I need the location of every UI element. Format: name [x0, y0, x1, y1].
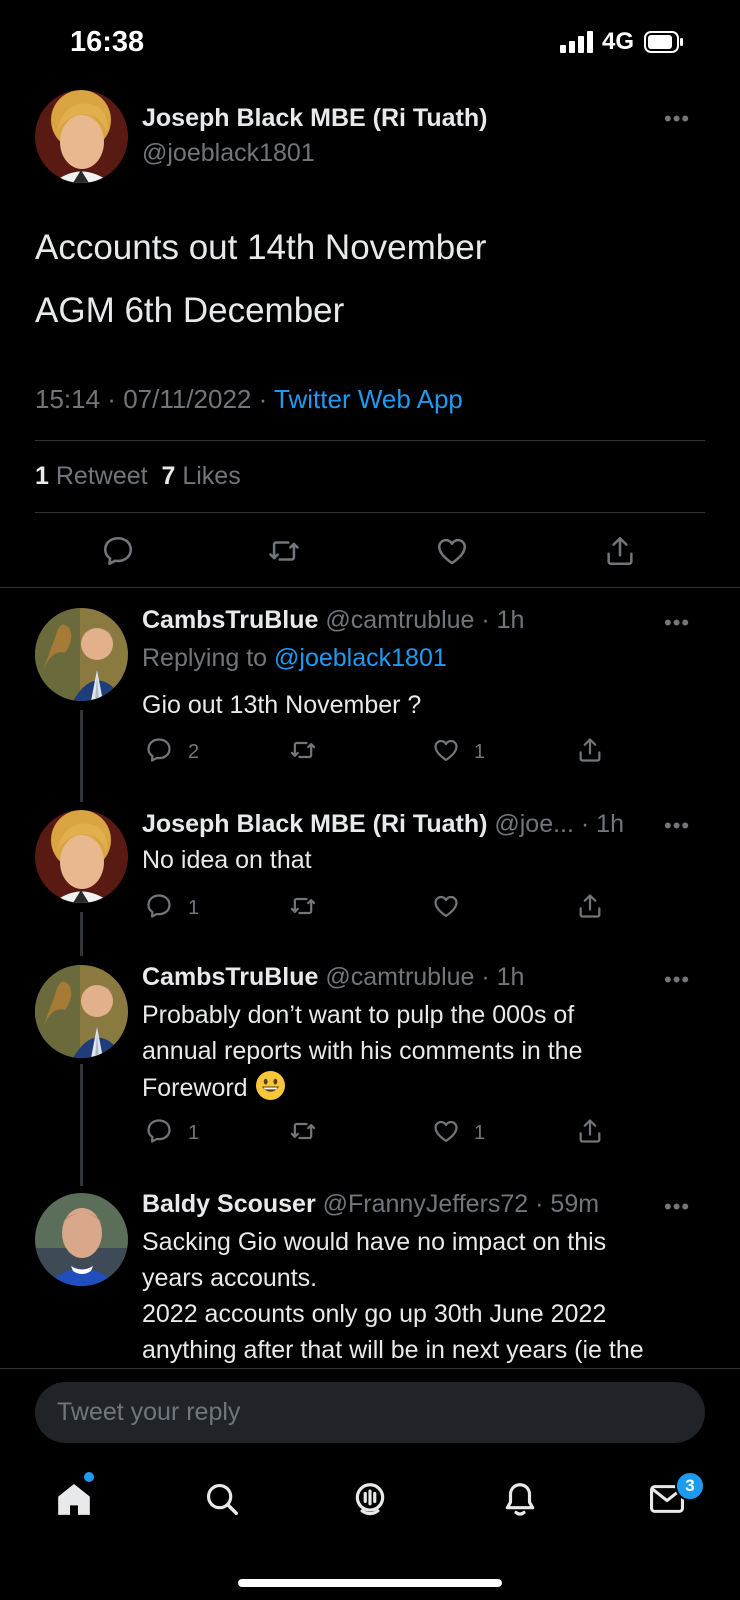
more-options-icon[interactable]: •••: [664, 967, 690, 993]
reply-header: CambsTruBlue @camtrublue · 1h: [142, 606, 524, 635]
more-options-icon[interactable]: •••: [664, 106, 690, 132]
reply-header: CambsTruBlue @camtrublue · 1h: [142, 963, 524, 992]
reply-meta: @camtrublue · 1h: [325, 606, 525, 634]
spaces-icon[interactable]: [351, 1480, 389, 1518]
like-icon[interactable]: [435, 534, 469, 568]
home-icon[interactable]: [55, 1480, 93, 1518]
author-handle[interactable]: @joeblack1801: [142, 139, 315, 168]
thread-line: [80, 912, 83, 956]
thread-line: [80, 1064, 83, 1186]
like-icon[interactable]: [432, 736, 460, 764]
share-icon[interactable]: [576, 892, 604, 920]
likes-stat[interactable]: 7 Likes: [161, 462, 240, 490]
reply-icon[interactable]: [101, 534, 135, 568]
divider: [0, 587, 740, 588]
retweet-icon[interactable]: [288, 892, 318, 920]
share-icon[interactable]: [603, 534, 637, 568]
tweet-source-link[interactable]: Twitter Web App: [274, 384, 463, 414]
divider: [35, 440, 705, 441]
reply-text-line: Foreword: [142, 1070, 286, 1106]
avatar[interactable]: [35, 608, 128, 701]
battery-icon: [644, 31, 684, 53]
reply-meta: @camtrublue · 1h: [325, 963, 525, 991]
replying-to: Replying to @joeblack1801: [142, 644, 447, 672]
reply-text-line: Probably don’t want to pulp the 000s of: [142, 1001, 575, 1029]
reply-text: No idea on that: [142, 846, 312, 874]
divider: [0, 1368, 740, 1369]
share-icon[interactable]: [576, 736, 604, 764]
reply-meta: @FrannyJeffers72 · 59m: [322, 1190, 600, 1218]
tweet-date: 07/11/2022: [123, 384, 252, 414]
messages-badge: 3: [675, 1471, 705, 1501]
reply-header: Joseph Black MBE (Ri Tuath) @joe... · 1h: [142, 810, 624, 839]
like-icon[interactable]: [432, 1117, 460, 1145]
reply-author-name[interactable]: Baldy Scouser: [142, 1190, 316, 1218]
like-icon[interactable]: [432, 892, 460, 920]
home-indicator: [238, 1579, 502, 1587]
avatar[interactable]: [35, 810, 128, 903]
more-options-icon[interactable]: •••: [664, 813, 690, 839]
reply-composer: [35, 1382, 705, 1443]
reply-icon[interactable]: [145, 736, 173, 764]
signal-icon: [560, 30, 596, 54]
engagement-stats: 1 Retweet 7 Likes: [35, 462, 241, 491]
network-label: 4G: [602, 28, 635, 55]
mention-link[interactable]: @joeblack1801: [274, 644, 447, 672]
reply-text: Gio out 13th November ?: [142, 691, 422, 719]
like-count: 1: [474, 741, 486, 763]
like-count: 1: [474, 1122, 486, 1144]
tweet-timestamp: 15:14 · 07/11/2022 · Twitter Web App: [35, 384, 463, 414]
reply-icon[interactable]: [145, 1117, 173, 1145]
reply-input[interactable]: [35, 1382, 657, 1443]
retweet-stat[interactable]: 1 Retweet: [35, 462, 148, 490]
home-notification-dot: [84, 1472, 94, 1482]
divider: [35, 512, 705, 513]
reply-author-name[interactable]: CambsTruBlue: [142, 963, 318, 991]
reply-count: 2: [188, 741, 200, 763]
retweet-icon[interactable]: [266, 534, 302, 568]
grinning-emoji-icon: [255, 1070, 286, 1101]
tweet-time: 15:14: [35, 384, 101, 414]
tweet-text-line2: AGM 6th December: [35, 291, 345, 330]
reply-text-line: Sacking Gio would have no impact on this: [142, 1228, 607, 1256]
reply-meta: @joe... · 1h: [494, 810, 624, 838]
avatar[interactable]: [35, 965, 128, 1058]
status-time: 16:38: [70, 26, 145, 58]
reply-text-line: years accounts.: [142, 1264, 318, 1292]
retweet-icon[interactable]: [288, 736, 318, 764]
share-icon[interactable]: [576, 1117, 604, 1145]
thread-line: [80, 710, 83, 802]
reply-text-line: annual reports with his comments in the: [142, 1037, 583, 1065]
author-name[interactable]: Joseph Black MBE (Ri Tuath): [142, 104, 487, 133]
retweet-icon[interactable]: [288, 1117, 318, 1145]
avatar[interactable]: [35, 90, 128, 183]
reply-text-line: 2022 accounts only go up 30th June 2022: [142, 1300, 607, 1328]
reply-header: Baldy Scouser @FrannyJeffers72 · 59m: [142, 1190, 599, 1219]
reply-count: 1: [188, 1122, 200, 1144]
reply-author-name[interactable]: Joseph Black MBE (Ri Tuath): [142, 810, 487, 838]
search-icon[interactable]: [203, 1480, 241, 1518]
more-options-icon[interactable]: •••: [664, 1194, 690, 1220]
reply-icon[interactable]: [145, 892, 173, 920]
more-options-icon[interactable]: •••: [664, 610, 690, 636]
status-bar: 16:38 4G: [0, 0, 740, 84]
reply-author-name[interactable]: CambsTruBlue: [142, 606, 318, 634]
avatar[interactable]: [35, 1193, 128, 1286]
reply-text-line: anything after that will be in next year…: [142, 1336, 644, 1364]
tweet-text-line1: Accounts out 14th November: [35, 228, 487, 267]
notifications-icon[interactable]: [501, 1480, 539, 1518]
reply-count: 1: [188, 897, 200, 919]
